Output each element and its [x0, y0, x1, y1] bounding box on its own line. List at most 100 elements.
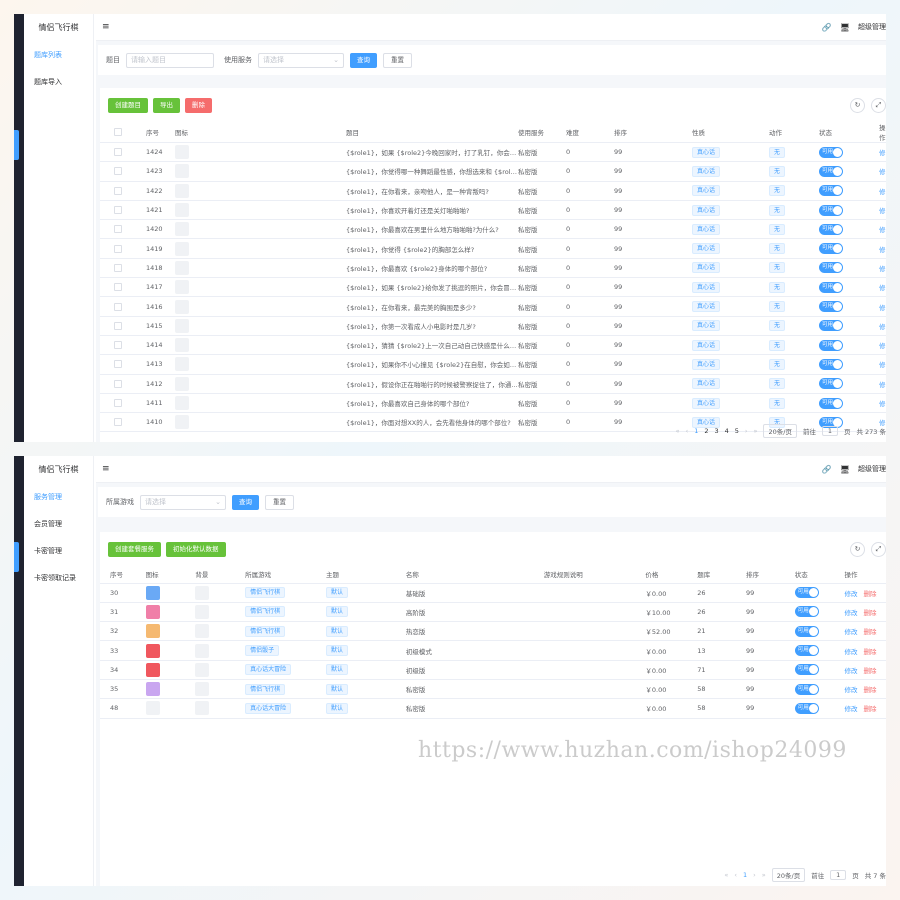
refresh-icon[interactable]: ↻	[850, 541, 865, 557]
edit-link[interactable]: 修改	[844, 648, 857, 656]
status-toggle[interactable]: 可用	[819, 262, 843, 274]
user-name[interactable]: 超级管理	[858, 464, 886, 474]
row-checkbox-cell[interactable]	[114, 142, 146, 163]
row-checkbox-cell[interactable]	[114, 238, 146, 259]
status-toggle[interactable]: 可用	[819, 339, 843, 351]
refresh-icon[interactable]: ↻	[850, 97, 865, 113]
edit-link[interactable]: 修改	[879, 381, 886, 389]
status-toggle[interactable]: 可用	[819, 243, 843, 255]
edit-link[interactable]: 修改	[844, 628, 857, 636]
sidebar-item[interactable]: 卡密领取记录	[24, 565, 93, 592]
create-question-button[interactable]: 创建题目	[108, 97, 148, 113]
row-checkbox-cell[interactable]	[114, 354, 146, 375]
next-page-icon[interactable]: ›	[745, 427, 748, 435]
checkbox-icon[interactable]	[114, 186, 122, 195]
sidebar-item[interactable]: 题库导入	[24, 69, 93, 96]
row-checkbox-cell[interactable]	[114, 258, 146, 279]
status-toggle[interactable]: 可用	[819, 185, 843, 197]
checkbox-icon[interactable]	[114, 379, 122, 388]
checkbox-icon[interactable]	[114, 225, 122, 234]
search-button[interactable]: 查询	[232, 494, 259, 510]
search-button[interactable]: 查询	[350, 52, 377, 68]
link-icon[interactable]: 🔗	[822, 23, 832, 32]
sidebar-item[interactable]: 卡密管理	[24, 538, 93, 565]
checkbox-icon[interactable]	[114, 128, 122, 136]
edit-link[interactable]: 修改	[844, 590, 857, 598]
status-toggle[interactable]: 可用	[819, 358, 843, 370]
prev-page-icon[interactable]: ‹	[734, 871, 737, 879]
checkbox-icon[interactable]	[114, 244, 122, 253]
edit-link[interactable]: 修改	[879, 226, 886, 234]
edit-link[interactable]: 修改	[844, 686, 857, 694]
page-number[interactable]: 2	[704, 427, 708, 435]
checkbox-icon[interactable]	[114, 341, 122, 350]
fullscreen-icon[interactable]: ⤢	[871, 97, 886, 113]
status-toggle[interactable]: 可用	[819, 397, 843, 409]
page-number[interactable]: 1	[694, 427, 698, 435]
page-number[interactable]: 4	[725, 427, 729, 435]
status-toggle[interactable]: 可用	[819, 281, 843, 293]
monitor-icon[interactable]: 🖥	[840, 23, 850, 32]
row-checkbox-cell[interactable]	[114, 277, 146, 298]
edit-link[interactable]: 修改	[879, 265, 886, 273]
row-checkbox-cell[interactable]	[114, 393, 146, 414]
checkbox-icon[interactable]	[114, 418, 122, 427]
edit-link[interactable]: 修改	[844, 667, 857, 675]
delete-link[interactable]: 删除	[863, 686, 876, 694]
checkbox-icon[interactable]	[114, 302, 122, 311]
sidebar-item[interactable]: 题库列表	[24, 42, 93, 69]
edit-link[interactable]: 修改	[879, 304, 886, 312]
edit-link[interactable]: 修改	[879, 246, 886, 254]
status-toggle[interactable]: 可用	[819, 320, 843, 332]
status-toggle[interactable]: 可用	[819, 301, 843, 313]
menu-icon[interactable]: ≡	[102, 22, 110, 32]
status-toggle[interactable]: 可用	[819, 146, 843, 158]
reset-button[interactable]: 重置	[383, 52, 412, 68]
edit-link[interactable]: 修改	[844, 609, 857, 617]
edit-link[interactable]: 修改	[879, 323, 886, 331]
edit-link[interactable]: 修改	[879, 168, 886, 176]
edit-link[interactable]: 修改	[879, 149, 886, 157]
sidebar-item[interactable]: 会员管理	[24, 511, 93, 538]
row-checkbox-cell[interactable]	[114, 374, 146, 394]
checkbox-icon[interactable]	[114, 148, 122, 157]
game-select[interactable]: 请选择 ⌄	[140, 494, 226, 510]
row-checkbox-cell[interactable]	[114, 200, 146, 221]
status-toggle[interactable]: 可用	[819, 378, 843, 390]
init-default-data-button[interactable]: 初始化默认数据	[166, 541, 226, 557]
last-page-icon[interactable]: »	[762, 871, 766, 879]
checkbox-icon[interactable]	[114, 399, 122, 407]
question-input[interactable]: 请输入题目	[126, 52, 214, 68]
next-page-icon[interactable]: ›	[753, 871, 756, 879]
link-icon[interactable]: 🔗	[822, 465, 832, 474]
edit-link[interactable]: 修改	[879, 207, 886, 215]
delete-link[interactable]: 删除	[863, 628, 876, 636]
monitor-icon[interactable]: 🖥	[840, 465, 850, 474]
status-toggle[interactable]: 可用	[819, 223, 843, 235]
checkbox-icon[interactable]	[114, 321, 122, 330]
edit-link[interactable]: 修改	[879, 342, 886, 350]
page-jump-input[interactable]: 1	[821, 426, 838, 436]
row-checkbox-cell[interactable]	[114, 316, 146, 336]
status-toggle[interactable]: 可用	[794, 606, 819, 618]
checkbox-icon[interactable]	[114, 206, 122, 215]
delete-button[interactable]: 删除	[185, 97, 212, 113]
sidebar-item[interactable]: 服务管理	[24, 484, 93, 511]
delete-link[interactable]: 删除	[863, 590, 876, 598]
row-checkbox-cell[interactable]	[114, 296, 146, 317]
create-package-button[interactable]: 创建套餐服务	[108, 541, 161, 557]
checkbox-icon[interactable]	[114, 167, 122, 176]
first-page-icon[interactable]: «	[676, 427, 680, 435]
page-jump-input[interactable]: 1	[830, 870, 847, 880]
checkbox-icon[interactable]	[114, 283, 122, 292]
menu-icon[interactable]: ≡	[102, 464, 110, 474]
delete-link[interactable]: 删除	[863, 667, 876, 675]
page-number[interactable]: 5	[735, 427, 739, 435]
export-button[interactable]: 导出	[153, 97, 180, 113]
delete-link[interactable]: 删除	[863, 705, 876, 713]
edit-link[interactable]: 修改	[879, 400, 886, 408]
page-number[interactable]: 3	[714, 427, 718, 435]
status-toggle[interactable]: 可用	[794, 702, 819, 714]
row-checkbox-cell[interactable]	[114, 412, 146, 433]
checkbox-icon[interactable]	[114, 360, 122, 369]
